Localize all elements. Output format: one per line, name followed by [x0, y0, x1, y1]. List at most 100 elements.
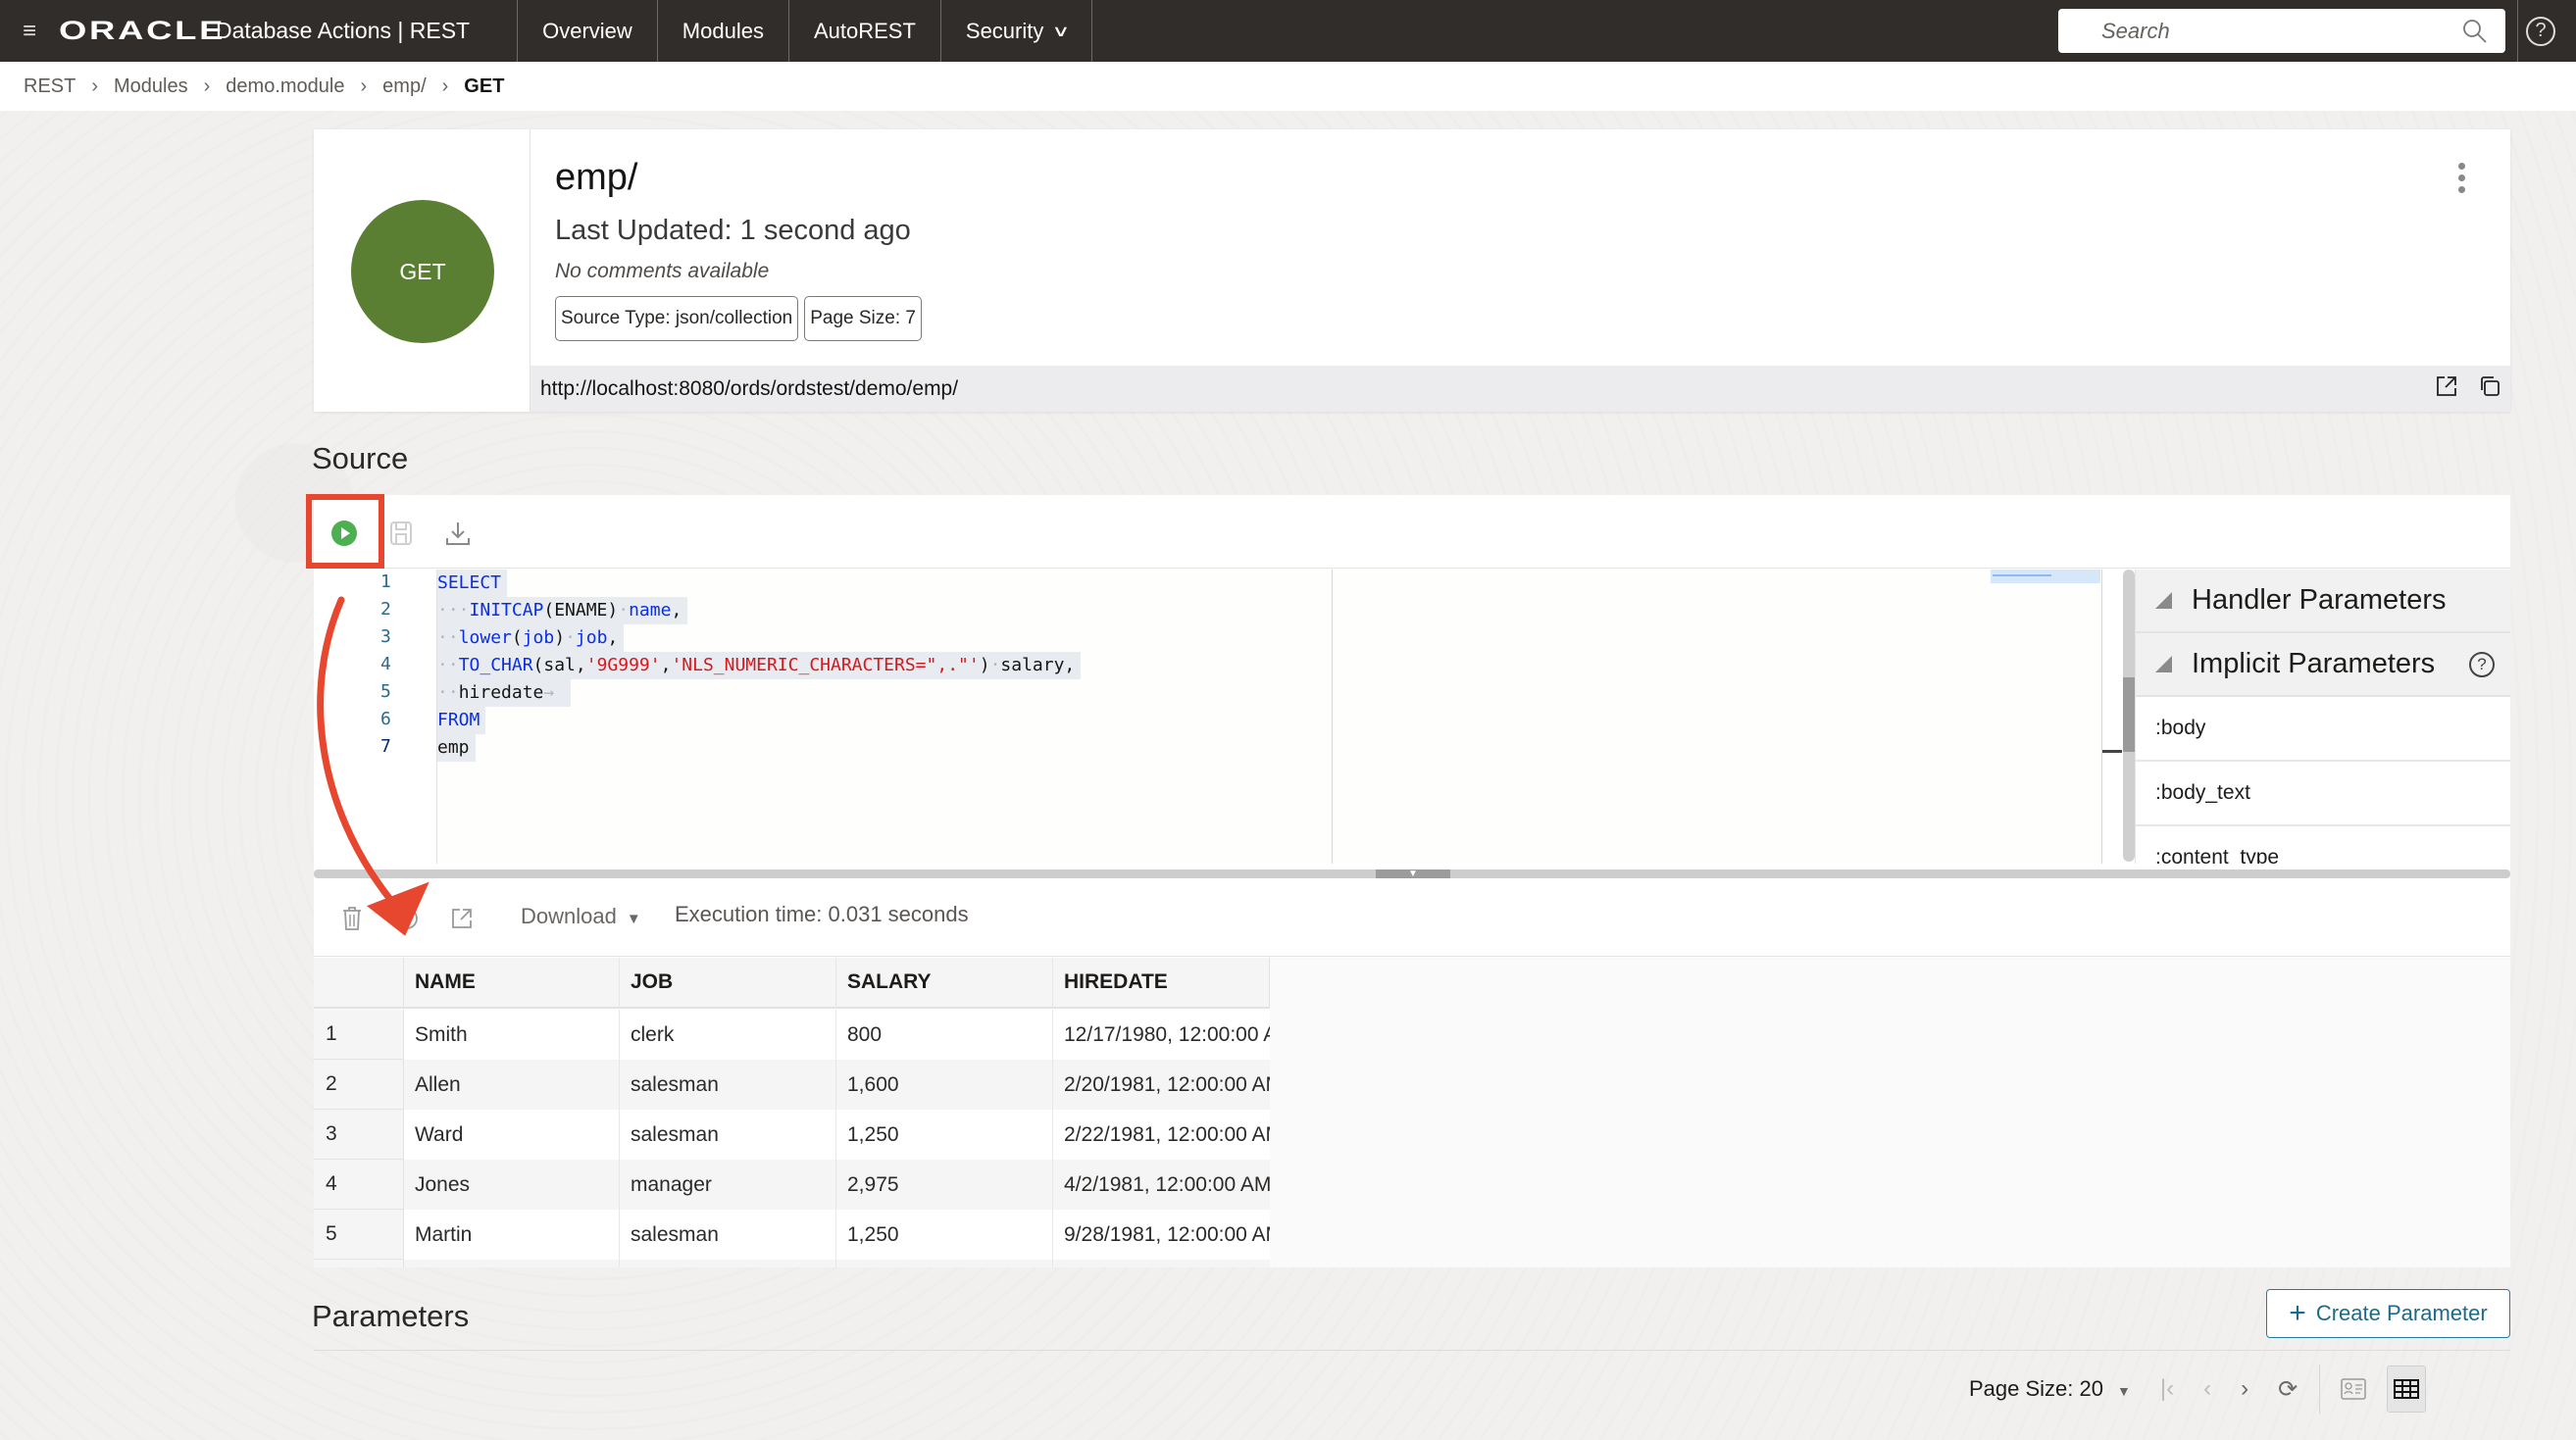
parameters-section-title: Parameters — [312, 1299, 470, 1333]
line-number: 7 — [380, 736, 391, 757]
source-type-chip: Source Type: json/collection — [555, 296, 799, 341]
help-icon[interactable]: ? — [2526, 16, 2555, 46]
cell-salary: 800 — [836, 1010, 1053, 1060]
cell-hiredate: 2/20/1981, 12:00:00 AM — [1053, 1060, 1270, 1110]
handler-url[interactable]: http://localhost:8080/ords/ordstest/demo… — [540, 377, 958, 401]
table-row[interactable] — [314, 1260, 1270, 1267]
table-row[interactable]: 4 Jones manager 2,975 4/2/1981, 12:00:00… — [314, 1160, 1270, 1210]
overview-ruler-marker — [2102, 750, 2122, 753]
card-view-button[interactable] — [2334, 1366, 2373, 1413]
page-size-chip: Page Size: 7 — [804, 296, 922, 341]
search-input[interactable] — [2101, 18, 2462, 44]
nav-security[interactable]: Security ∨ — [941, 0, 1093, 62]
caret-down-icon: ▼ — [626, 911, 641, 927]
nav-security-label: Security — [965, 18, 1044, 43]
line-number: 6 — [380, 709, 391, 729]
breadcrumb: REST › Modules › demo.module › emp/ › GE… — [0, 62, 2576, 111]
nav-overview[interactable]: Overview — [518, 0, 658, 62]
row-number: 2 — [314, 1060, 404, 1110]
line-number: 5 — [380, 681, 391, 702]
cell-job: salesman — [620, 1210, 836, 1260]
side-panel-splitter[interactable] — [2123, 570, 2135, 862]
handler-parameters-label: Handler Parameters — [2192, 584, 2447, 616]
cell-job: clerk — [620, 1010, 836, 1060]
editor-results-splitter[interactable]: ▼ — [314, 869, 2510, 879]
table-row[interactable]: 5 Martin salesman 1,250 9/28/1981, 12:00… — [314, 1210, 1270, 1260]
code-lines: SELECT ···INITCAP(ENAME)·name, ··lower(j… — [437, 570, 1320, 864]
implicit-param-item[interactable]: :body_text — [2136, 762, 2510, 826]
open-results-button[interactable] — [445, 902, 479, 935]
table-view-icon — [2394, 1379, 2420, 1399]
table-row[interactable]: 1 Smith clerk 800 12/17/1980, 12:00:00 A… — [314, 1010, 1270, 1060]
annotation-highlight-box — [306, 494, 384, 569]
source-panel: 1 2 3 4 5 6 7 SELECT ···INITCAP(ENAME)·n… — [314, 495, 2510, 1267]
history-button[interactable] — [390, 902, 424, 935]
download-source-button[interactable] — [441, 517, 475, 550]
breadcrumb-rest[interactable]: REST — [24, 75, 76, 98]
code-line: FROM — [437, 707, 486, 734]
cell-job: manager — [620, 1160, 836, 1210]
search-box — [2058, 9, 2505, 53]
previous-page-icon[interactable]: ‹ — [2203, 1375, 2211, 1403]
column-header-job[interactable]: JOB — [620, 958, 836, 1009]
handler-parameters-header[interactable]: Handler Parameters — [2136, 570, 2510, 633]
open-in-new-window-icon[interactable] — [2434, 373, 2459, 399]
cell-job — [620, 1260, 836, 1267]
line-number: 2 — [380, 599, 391, 620]
create-parameter-label: Create Parameter — [2315, 1301, 2488, 1325]
method-column: GET — [314, 129, 530, 412]
implicit-parameters-header[interactable]: Implicit Parameters ? — [2136, 633, 2510, 697]
next-page-icon[interactable]: › — [2241, 1375, 2248, 1403]
save-button[interactable] — [384, 517, 418, 550]
implicit-param-item[interactable]: :body — [2136, 697, 2510, 762]
table-view-button[interactable] — [2387, 1366, 2427, 1413]
editor-border — [2101, 570, 2102, 864]
handler-comment: No comments available — [555, 260, 770, 282]
minimap-viewport[interactable] — [1991, 570, 2100, 583]
hamburger-menu-icon[interactable]: ≡ — [0, 0, 59, 62]
cell-name: Martin — [404, 1210, 620, 1260]
search-icon[interactable] — [2462, 19, 2488, 44]
chevron-down-icon: ∨ — [1051, 23, 1071, 40]
code-line: emp — [437, 734, 476, 762]
nav-modules[interactable]: Modules — [658, 0, 789, 62]
nav-autorest[interactable]: AutoREST — [789, 0, 941, 62]
handler-chips: Source Type: json/collection Page Size: … — [555, 296, 922, 341]
cell-hiredate: 4/2/1981, 12:00:00 AM — [1053, 1160, 1270, 1210]
pagination-bar: Page Size: 20 ▼ |‹ ‹ › ⟳ — [1969, 1360, 2427, 1418]
page-size-select[interactable]: Page Size: 20 ▼ — [1969, 1376, 2131, 1402]
cell-name: Ward — [404, 1110, 620, 1160]
splitter-collapse-icon[interactable]: ▼ — [1376, 869, 1450, 879]
column-header-name[interactable]: NAME — [404, 958, 620, 1009]
caret-down-icon: ▼ — [2116, 1383, 2131, 1399]
breadcrumb-modules[interactable]: Modules — [114, 75, 188, 98]
refresh-icon[interactable]: ⟳ — [2278, 1375, 2298, 1404]
first-page-icon[interactable]: |‹ — [2160, 1375, 2174, 1403]
breadcrumb-emp[interactable]: emp/ — [382, 75, 426, 98]
implicit-param-item[interactable]: :content_type — [2136, 826, 2510, 864]
row-number: 1 — [314, 1010, 404, 1060]
download-results-menu[interactable]: Download ▼ — [521, 904, 641, 929]
splitter-handle[interactable] — [2123, 677, 2135, 752]
cell-salary: 1,250 — [836, 1210, 1053, 1260]
breadcrumb-separator-icon: › — [203, 74, 211, 97]
cell-hiredate — [1053, 1260, 1270, 1267]
table-row[interactable]: 2 Allen salesman 1,600 2/20/1981, 12:00:… — [314, 1060, 1270, 1110]
handler-title: emp/ — [555, 157, 638, 198]
create-parameter-button[interactable]: + Create Parameter — [2266, 1289, 2510, 1338]
nav-autorest-label: AutoREST — [813, 18, 916, 43]
cell-salary: 2,975 — [836, 1160, 1053, 1210]
column-header-hiredate[interactable]: HIREDATE — [1053, 958, 1270, 1009]
more-actions-icon[interactable] — [2453, 163, 2469, 193]
table-row[interactable]: 3 Ward salesman 1,250 2/22/1981, 12:00:0… — [314, 1110, 1270, 1160]
code-editor[interactable]: 1 2 3 4 5 6 7 SELECT ···INITCAP(ENAME)·n… — [314, 570, 2122, 864]
breadcrumb-demo-module[interactable]: demo.module — [226, 75, 344, 98]
download-label: Download — [521, 904, 617, 928]
clear-results-button[interactable] — [335, 902, 369, 935]
help-icon[interactable]: ? — [2469, 651, 2495, 677]
implicit-parameters-label: Implicit Parameters — [2192, 648, 2436, 679]
column-header-salary[interactable]: SALARY — [836, 958, 1053, 1009]
copy-icon[interactable] — [2477, 373, 2502, 399]
breadcrumb-separator-icon: › — [441, 74, 449, 97]
cell-name: Jones — [404, 1160, 620, 1210]
